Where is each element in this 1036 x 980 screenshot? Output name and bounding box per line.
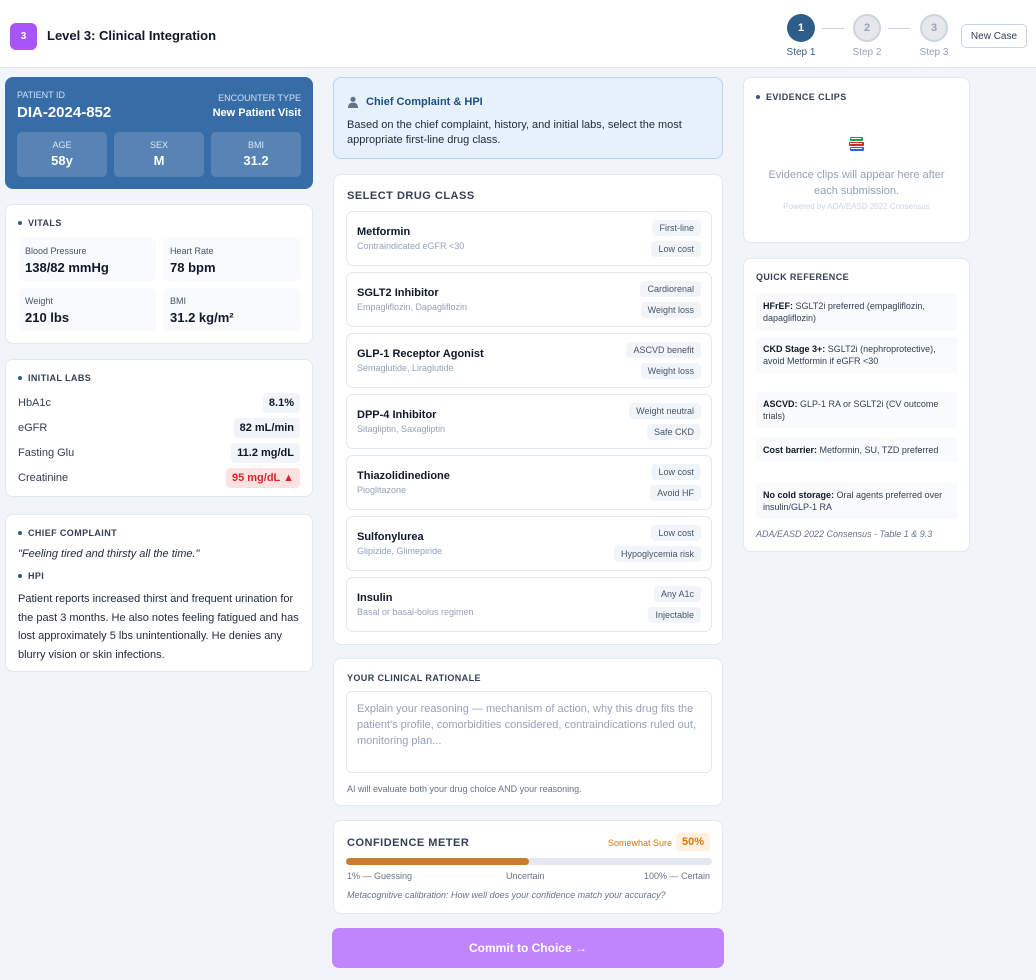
drug-option-insulin[interactable]: Insulin Basal or basal-bolus regimen Any… [346, 577, 712, 632]
patient-id-label: PATIENT ID [17, 90, 66, 100]
drug-tag: Injectable [648, 607, 701, 623]
quick-reference-card: QUICK REFERENCE HFrEF: SGLT2i preferred … [743, 258, 970, 552]
drug-tag: Safe CKD [646, 424, 701, 440]
encounter-type: New Patient Visit [212, 107, 301, 119]
drug-option-sulfonylurea[interactable]: Sulfonylurea Glipizide, Glimepiride Low … [346, 516, 712, 571]
vital-blood-pressure: Blood Pressure 138/82 mmHg [18, 238, 156, 281]
evidence-message: Evidence clips will appear here after ea… [768, 169, 945, 197]
scale-max-label: 100% — Certain [643, 871, 710, 881]
confidence-title: CONFIDENCE METER [347, 837, 470, 849]
confidence-card: CONFIDENCE METER Somewhat Sure 50% 1% — … [333, 820, 723, 914]
lab-row: eGFR 82 mL/min [18, 418, 300, 438]
vitals-title: VITALS [18, 218, 62, 228]
drug-tag: Weight neutral [629, 403, 701, 419]
abnormal-lab-value: 95 mg/dL ▲ [225, 468, 300, 488]
lab-row: Fasting Glu 11.2 mg/dL [18, 443, 300, 463]
labs-title: INITIAL LABS [18, 373, 91, 383]
commit-button[interactable]: Commit to Choice → [332, 928, 724, 968]
lab-row: HbA1c 8.1% [18, 393, 300, 413]
rationale-card: YOUR CLINICAL RATIONALE AI will evaluate… [333, 658, 723, 806]
bullet-icon [18, 376, 22, 380]
rationale-input[interactable] [346, 691, 712, 773]
new-case-button[interactable]: New Case [961, 24, 1027, 48]
rationale-title: YOUR CLINICAL RATIONALE [347, 673, 481, 683]
drug-tag: Any A1c [653, 586, 701, 602]
drug-tag: Hypoglycemia risk [613, 546, 701, 562]
reference-item: No cold storage: Oral agents preferred o… [756, 483, 958, 519]
drug-option-tzd[interactable]: Thiazolidinedione Pioglitazone Low cost … [346, 455, 712, 510]
vital-weight: Weight 210 lbs [18, 288, 156, 331]
drug-tag: Weight loss [640, 363, 701, 379]
drug-tag: Low cost [651, 525, 701, 541]
person-icon [348, 96, 358, 108]
lab-row: Creatinine 95 mg/dL ▲ [18, 468, 300, 488]
chief-complaint-card: CHIEF COMPLAINT "Feeling tired and thirs… [5, 514, 313, 672]
scale-mid-label: Uncertain [506, 871, 545, 881]
confidence-note: Metacognitive calibration: How well does… [347, 890, 666, 900]
prompt-card: Chief Complaint & HPI Based on the chief… [333, 77, 723, 159]
drug-option-sglt2[interactable]: SGLT2 Inhibitor Empagliflozin, Dapaglifl… [346, 272, 712, 327]
bullet-icon [18, 574, 22, 578]
level-badge: 3 [10, 23, 37, 50]
hpi-text: Patient reports increased thirst and fre… [18, 593, 299, 661]
bullet-icon [18, 221, 22, 225]
drug-class-title: SELECT DRUG CLASS [347, 190, 475, 202]
encounter-type-label: ENCOUNTER TYPE [218, 93, 301, 103]
drug-option-metformin[interactable]: Metformin Contraindicated eGFR <30 First… [346, 211, 712, 266]
hpi-title: HPI [18, 571, 44, 581]
scale-min-label: 1% — Guessing [347, 871, 413, 881]
bullet-icon [756, 95, 760, 99]
reference-item: Cost barrier: Metformin, SU, TZD preferr… [756, 438, 958, 462]
step-connector [822, 28, 844, 29]
drug-tag: Avoid HF [650, 485, 701, 501]
drug-tag: Cardiorenal [640, 281, 701, 297]
labs-card: INITIAL LABS HbA1c 8.1% eGFR 82 mL/min F… [5, 359, 313, 497]
prompt-text: Based on the chief complaint, history, a… [347, 119, 682, 146]
patient-id: DIA-2024-852 [17, 104, 112, 121]
top-bar: 3 Level 3: Clinical Integration 1 Step 1… [0, 0, 1036, 68]
rationale-note: AI will evaluate both your drug choice A… [347, 784, 582, 794]
reference-source: ADA/EASD 2022 Consensus - Table 1 & 9.3 [756, 529, 933, 539]
drug-tag: Low cost [651, 464, 701, 480]
drug-option-glp1[interactable]: GLP-1 Receptor Agonist Semaglutide, Lira… [346, 333, 712, 388]
drug-tag: Low cost [651, 241, 701, 257]
step-3[interactable]: 3 Step 3 [909, 14, 959, 58]
reference-item: HFrEF: SGLT2i preferred (empagliflozin, … [756, 294, 958, 330]
drug-tag: ASCVD benefit [626, 342, 701, 358]
drug-tag: First-line [652, 220, 701, 236]
books-icon [744, 134, 969, 159]
step-2[interactable]: 2 Step 2 [842, 14, 892, 58]
confidence-fill [346, 858, 529, 865]
evidence-title: EVIDENCE CLIPS [756, 92, 847, 102]
step-connector [888, 28, 910, 29]
vital-heart-rate: Heart Rate 78 bpm [163, 238, 301, 281]
reference-item: CKD Stage 3+: SGLT2i (nephroprotective),… [756, 337, 958, 373]
confidence-state: Somewhat Sure [607, 838, 672, 848]
evidence-card: EVIDENCE CLIPS Evidence clips will appea… [743, 77, 970, 243]
vital-bmi: BMI 31.2 kg/m² [163, 288, 301, 331]
reference-item: ASCVD: GLP-1 RA or SGLT2i (CV outcome tr… [756, 392, 958, 428]
drug-option-dpp4[interactable]: DPP-4 Inhibitor Sitagliptin, Saxagliptin… [346, 394, 712, 449]
confidence-slider[interactable] [346, 858, 712, 865]
vitals-card: VITALS Blood Pressure 138/82 mmHg Heart … [5, 204, 313, 344]
quick-reference-title: QUICK REFERENCE [756, 272, 850, 282]
prompt-title: Chief Complaint & HPI [347, 96, 483, 108]
patient-sex: SEX M [114, 132, 204, 177]
step-1[interactable]: 1 Step 1 [776, 14, 826, 58]
confidence-value: 50% [675, 833, 710, 851]
drug-tag: Weight loss [640, 302, 701, 318]
patient-card: PATIENT ID DIA-2024-852 ENCOUNTER TYPE N… [5, 77, 313, 189]
evidence-source: Powered by ADA/EASD 2022 Consensus [783, 202, 930, 211]
patient-age: AGE 58y [17, 132, 107, 177]
page-title: Level 3: Clinical Integration [47, 28, 217, 43]
patient-bmi: BMI 31.2 [211, 132, 301, 177]
drug-class-card: SELECT DRUG CLASS Metformin Contraindica… [333, 174, 723, 645]
chief-complaint-quote: "Feeling tired and thirsty all the time.… [18, 548, 200, 560]
chief-complaint-title: CHIEF COMPLAINT [18, 528, 117, 538]
bullet-icon [18, 531, 22, 535]
